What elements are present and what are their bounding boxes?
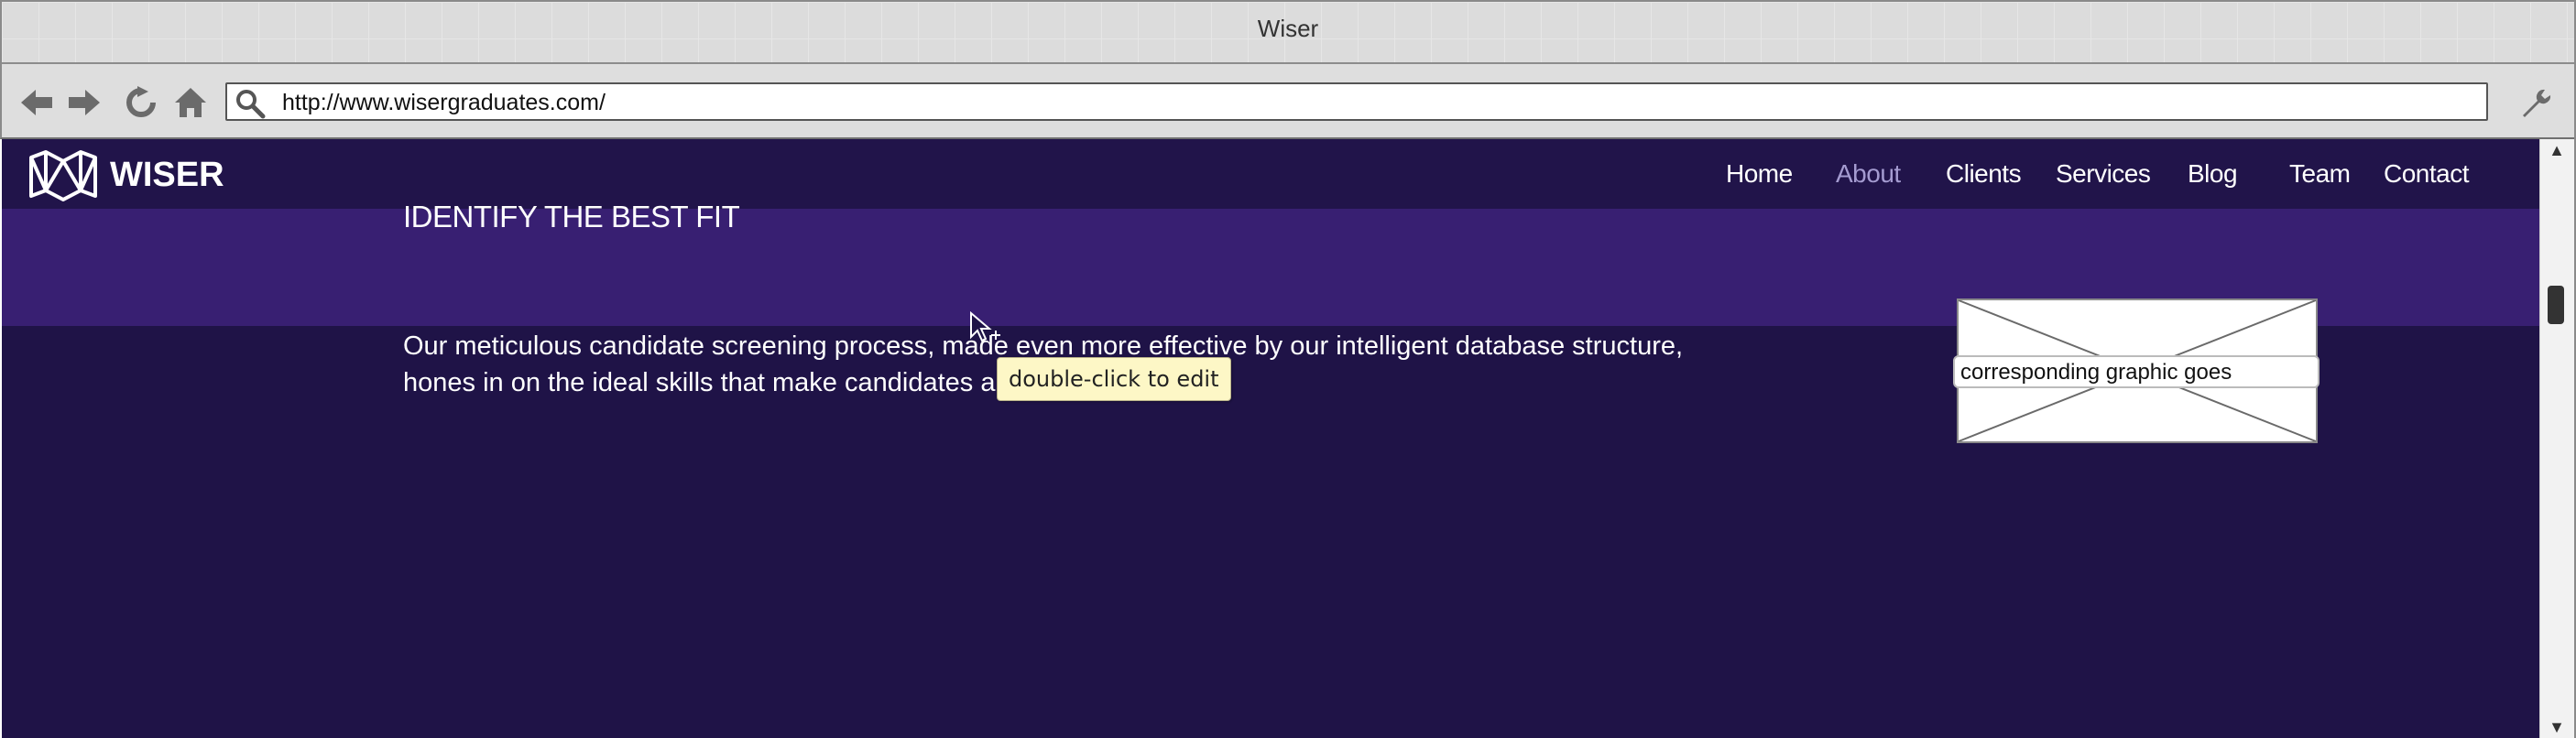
scroll-up-arrow-icon[interactable]: ▲ xyxy=(2548,142,2566,158)
window-title-bar: Wiser xyxy=(0,0,2576,64)
section-heading: IDENTIFY THE BEST FIT xyxy=(403,200,740,233)
nav-contact[interactable]: Contact xyxy=(2384,159,2470,189)
scroll-thumb[interactable] xyxy=(2548,286,2564,324)
placeholder-label[interactable]: corresponding graphic goes xyxy=(1953,355,2319,388)
wrench-icon[interactable] xyxy=(2517,84,2554,121)
window-title: Wiser xyxy=(1257,15,1319,42)
browser-toolbar: http://www.wisergraduates.com/ xyxy=(0,64,2576,139)
site-navbar: WISER Home About Clients Services Blog T… xyxy=(2,139,2539,209)
vertical-scrollbar[interactable]: ▲ ▼ xyxy=(2539,139,2574,738)
mouse-pointer-icon xyxy=(970,311,1000,342)
address-bar[interactable]: http://www.wisergraduates.com/ xyxy=(225,82,2488,121)
nav-about[interactable]: About xyxy=(1836,159,1901,189)
nav-services[interactable]: Services xyxy=(2056,159,2151,189)
logo-text: WISER xyxy=(110,155,224,194)
url-text: http://www.wisergraduates.com/ xyxy=(282,90,606,115)
wiser-logo-icon xyxy=(29,150,97,201)
nav-home[interactable]: Home xyxy=(1726,159,1793,189)
reload-icon[interactable] xyxy=(123,84,159,121)
back-arrow-icon[interactable] xyxy=(18,84,55,121)
forward-arrow-icon[interactable] xyxy=(66,84,103,121)
nav-clients[interactable]: Clients xyxy=(1946,159,2022,189)
search-icon xyxy=(236,90,266,119)
nav-team[interactable]: Team xyxy=(2289,159,2351,189)
site-logo[interactable]: WISER xyxy=(27,148,224,201)
nav-blog[interactable]: Blog xyxy=(2188,159,2238,189)
scroll-down-arrow-icon[interactable]: ▼ xyxy=(2548,719,2566,735)
home-icon[interactable] xyxy=(172,84,209,121)
edit-tooltip: double-click to edit xyxy=(997,357,1231,401)
